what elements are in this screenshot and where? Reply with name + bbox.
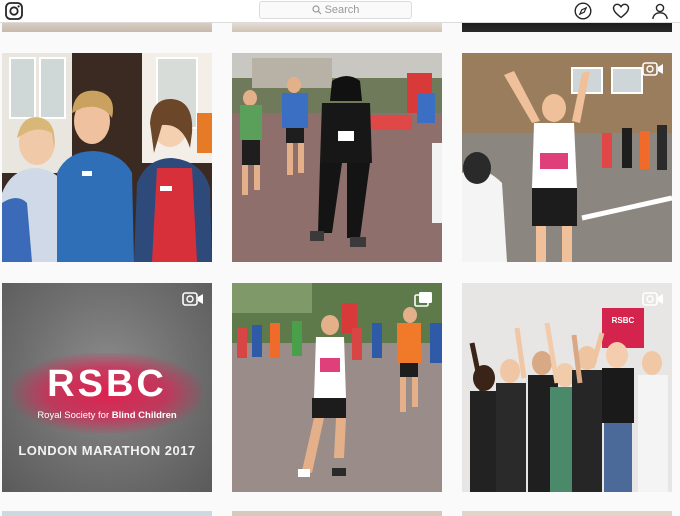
post-thumbnail[interactable] bbox=[2, 53, 212, 262]
event-title: LONDON MARATHON 2017 bbox=[18, 443, 196, 458]
search-placeholder: Search bbox=[324, 4, 360, 16]
marathon-runners-photo bbox=[232, 283, 442, 492]
rsbc-logo-panel: RSBC Royal Society for Blind Children LO… bbox=[2, 283, 212, 492]
next-post-thumbnail[interactable] bbox=[232, 511, 442, 516]
tagline-prefix: Royal Society for bbox=[37, 410, 110, 421]
rsbc-tagline: Royal Society for Blind Children bbox=[2, 410, 212, 421]
compass-icon[interactable] bbox=[574, 2, 592, 20]
next-post-thumbnail[interactable] bbox=[462, 511, 672, 516]
rsbc-logo-text: RSBC bbox=[47, 363, 167, 405]
post-thumbnail[interactable] bbox=[232, 283, 442, 492]
post-thumbnail[interactable]: RSBC Royal Society for Blind Children LO… bbox=[2, 283, 212, 492]
multiple-photos-icon bbox=[414, 292, 432, 307]
marathon-celebration-photo bbox=[462, 53, 672, 262]
previous-post-thumbnail[interactable] bbox=[462, 22, 672, 32]
marathon-vader-photo bbox=[232, 53, 442, 262]
video-camera-icon bbox=[182, 292, 203, 306]
search-input[interactable]: Search bbox=[259, 1, 412, 19]
volunteers-photo bbox=[2, 53, 212, 262]
instagram-icon[interactable] bbox=[4, 1, 24, 21]
video-camera-icon bbox=[642, 292, 663, 306]
cheering-team-photo: RSBC bbox=[462, 283, 672, 492]
search-icon bbox=[311, 5, 321, 15]
tagline-bold: Blind Children bbox=[111, 410, 177, 421]
video-camera-icon bbox=[642, 62, 663, 76]
top-navigation-bar: Search bbox=[0, 0, 680, 23]
next-post-thumbnail[interactable] bbox=[2, 511, 212, 516]
previous-post-thumbnail[interactable] bbox=[2, 22, 212, 32]
banner-text: RSBC bbox=[612, 316, 635, 325]
previous-post-thumbnail[interactable] bbox=[232, 22, 442, 32]
profile-icon[interactable] bbox=[651, 2, 669, 20]
post-thumbnail[interactable]: RSBC bbox=[462, 283, 672, 492]
post-thumbnail[interactable] bbox=[462, 53, 672, 262]
heart-icon[interactable] bbox=[612, 2, 630, 20]
post-thumbnail[interactable] bbox=[232, 53, 442, 262]
